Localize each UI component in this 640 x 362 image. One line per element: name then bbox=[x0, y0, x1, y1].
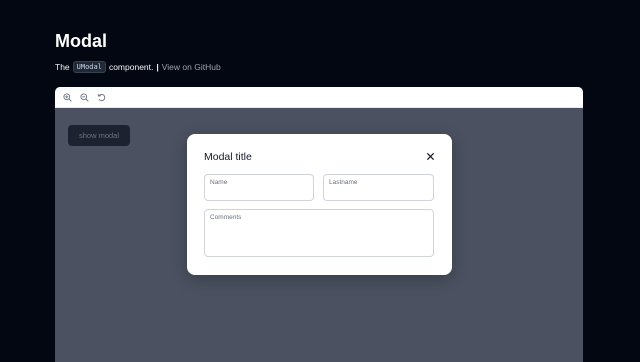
lastname-field-label: Lastname bbox=[329, 179, 358, 186]
subtitle-separator: | bbox=[156, 62, 159, 72]
component-code-chip: UModal bbox=[72, 61, 106, 73]
show-modal-button[interactable]: show modal bbox=[68, 125, 130, 146]
preview-toolbar bbox=[55, 87, 583, 108]
page-title: Modal bbox=[55, 31, 107, 51]
comments-field-label: Comments bbox=[210, 214, 242, 221]
zoom-in-icon[interactable] bbox=[62, 92, 72, 102]
subtitle-suffix: component. bbox=[108, 62, 154, 72]
close-icon[interactable] bbox=[425, 151, 435, 161]
reset-icon[interactable] bbox=[96, 92, 106, 102]
modal-title: Modal title bbox=[204, 151, 252, 163]
comments-field[interactable]: Comments bbox=[204, 209, 434, 257]
modal-dialog: Modal title Name Lastname Comments bbox=[187, 134, 452, 275]
name-field[interactable]: Name bbox=[204, 174, 314, 201]
zoom-out-icon[interactable] bbox=[79, 92, 89, 102]
name-field-label: Name bbox=[210, 179, 228, 186]
lastname-field[interactable]: Lastname bbox=[323, 174, 434, 201]
subtitle-prefix: The bbox=[55, 62, 70, 72]
view-on-github-link[interactable]: View on GitHub bbox=[162, 62, 221, 72]
page-subtitle: The UModal component. | View on GitHub bbox=[55, 61, 221, 73]
